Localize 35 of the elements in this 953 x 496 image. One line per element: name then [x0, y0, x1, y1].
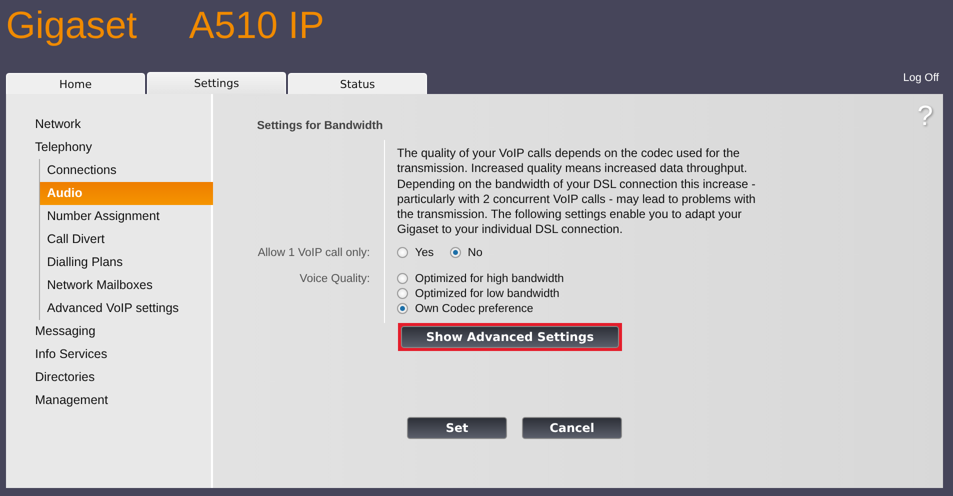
option-label: Yes	[415, 246, 434, 259]
sidebar-item[interactable]: Info Services	[6, 343, 211, 366]
radio-button[interactable]	[397, 303, 408, 314]
sidebar-item[interactable]: Directories	[6, 366, 211, 389]
nav-tab[interactable]: Home	[6, 73, 145, 94]
radio-button[interactable]	[397, 288, 408, 300]
radio-button[interactable]	[397, 247, 408, 258]
radio-button[interactable]	[397, 273, 408, 284]
field-label: Allow 1 VoIP call only:	[258, 246, 370, 259]
sidebar-item[interactable]: Advanced VoIP settings	[40, 297, 211, 320]
model-title: A510 IP	[188, 4, 324, 48]
brand-logo: Gigaset	[6, 4, 137, 48]
description-text: The quality of your VoIP calls depends on the codec used for the transmission. Increased quality means increased data throughput. Depending on the bandwidth of your DSL connection this increase - particularly with 2 concurrent VoIP calls - may lead to problems with the transmission. The following settings enable you to adapt your Gigaset to your individual DSL connection.	[397, 146, 757, 238]
section-title: Settings for Bandwidth	[257, 120, 384, 134]
sidebar-item[interactable]: Telephony	[6, 136, 211, 159]
option-label: Optimized for low bandwidth	[415, 288, 560, 300]
radio-button[interactable]	[450, 247, 461, 258]
sidebar-item[interactable]: Network	[6, 113, 211, 136]
sidebar-item[interactable]: Call Divert	[40, 228, 211, 251]
nav-tab[interactable]: Settings	[147, 72, 286, 94]
sidebar-item[interactable]: Dialling Plans	[40, 251, 211, 274]
sidebar-item[interactable]: Management	[6, 389, 211, 412]
advanced-settings-button[interactable]: Show Advanced Settings	[401, 326, 619, 348]
sidebar-item[interactable]: Number Assignment	[40, 205, 211, 228]
action-button[interactable]: Cancel	[522, 416, 622, 439]
option-label: Own Codec preference	[415, 302, 534, 315]
action-button[interactable]: Set	[407, 416, 507, 439]
option-label: No	[468, 246, 482, 259]
sidebar-item[interactable]: Network Mailboxes	[40, 274, 211, 297]
field-label: Voice Quality:	[300, 272, 370, 285]
sidebar-item[interactable]: Messaging	[6, 320, 211, 343]
logoff-link[interactable]: Log Off	[903, 72, 939, 84]
option-label: Optimized for high bandwidth	[415, 272, 564, 285]
sidebar-item[interactable]: Connections	[40, 159, 211, 182]
nav-tab[interactable]: Status	[288, 73, 427, 94]
